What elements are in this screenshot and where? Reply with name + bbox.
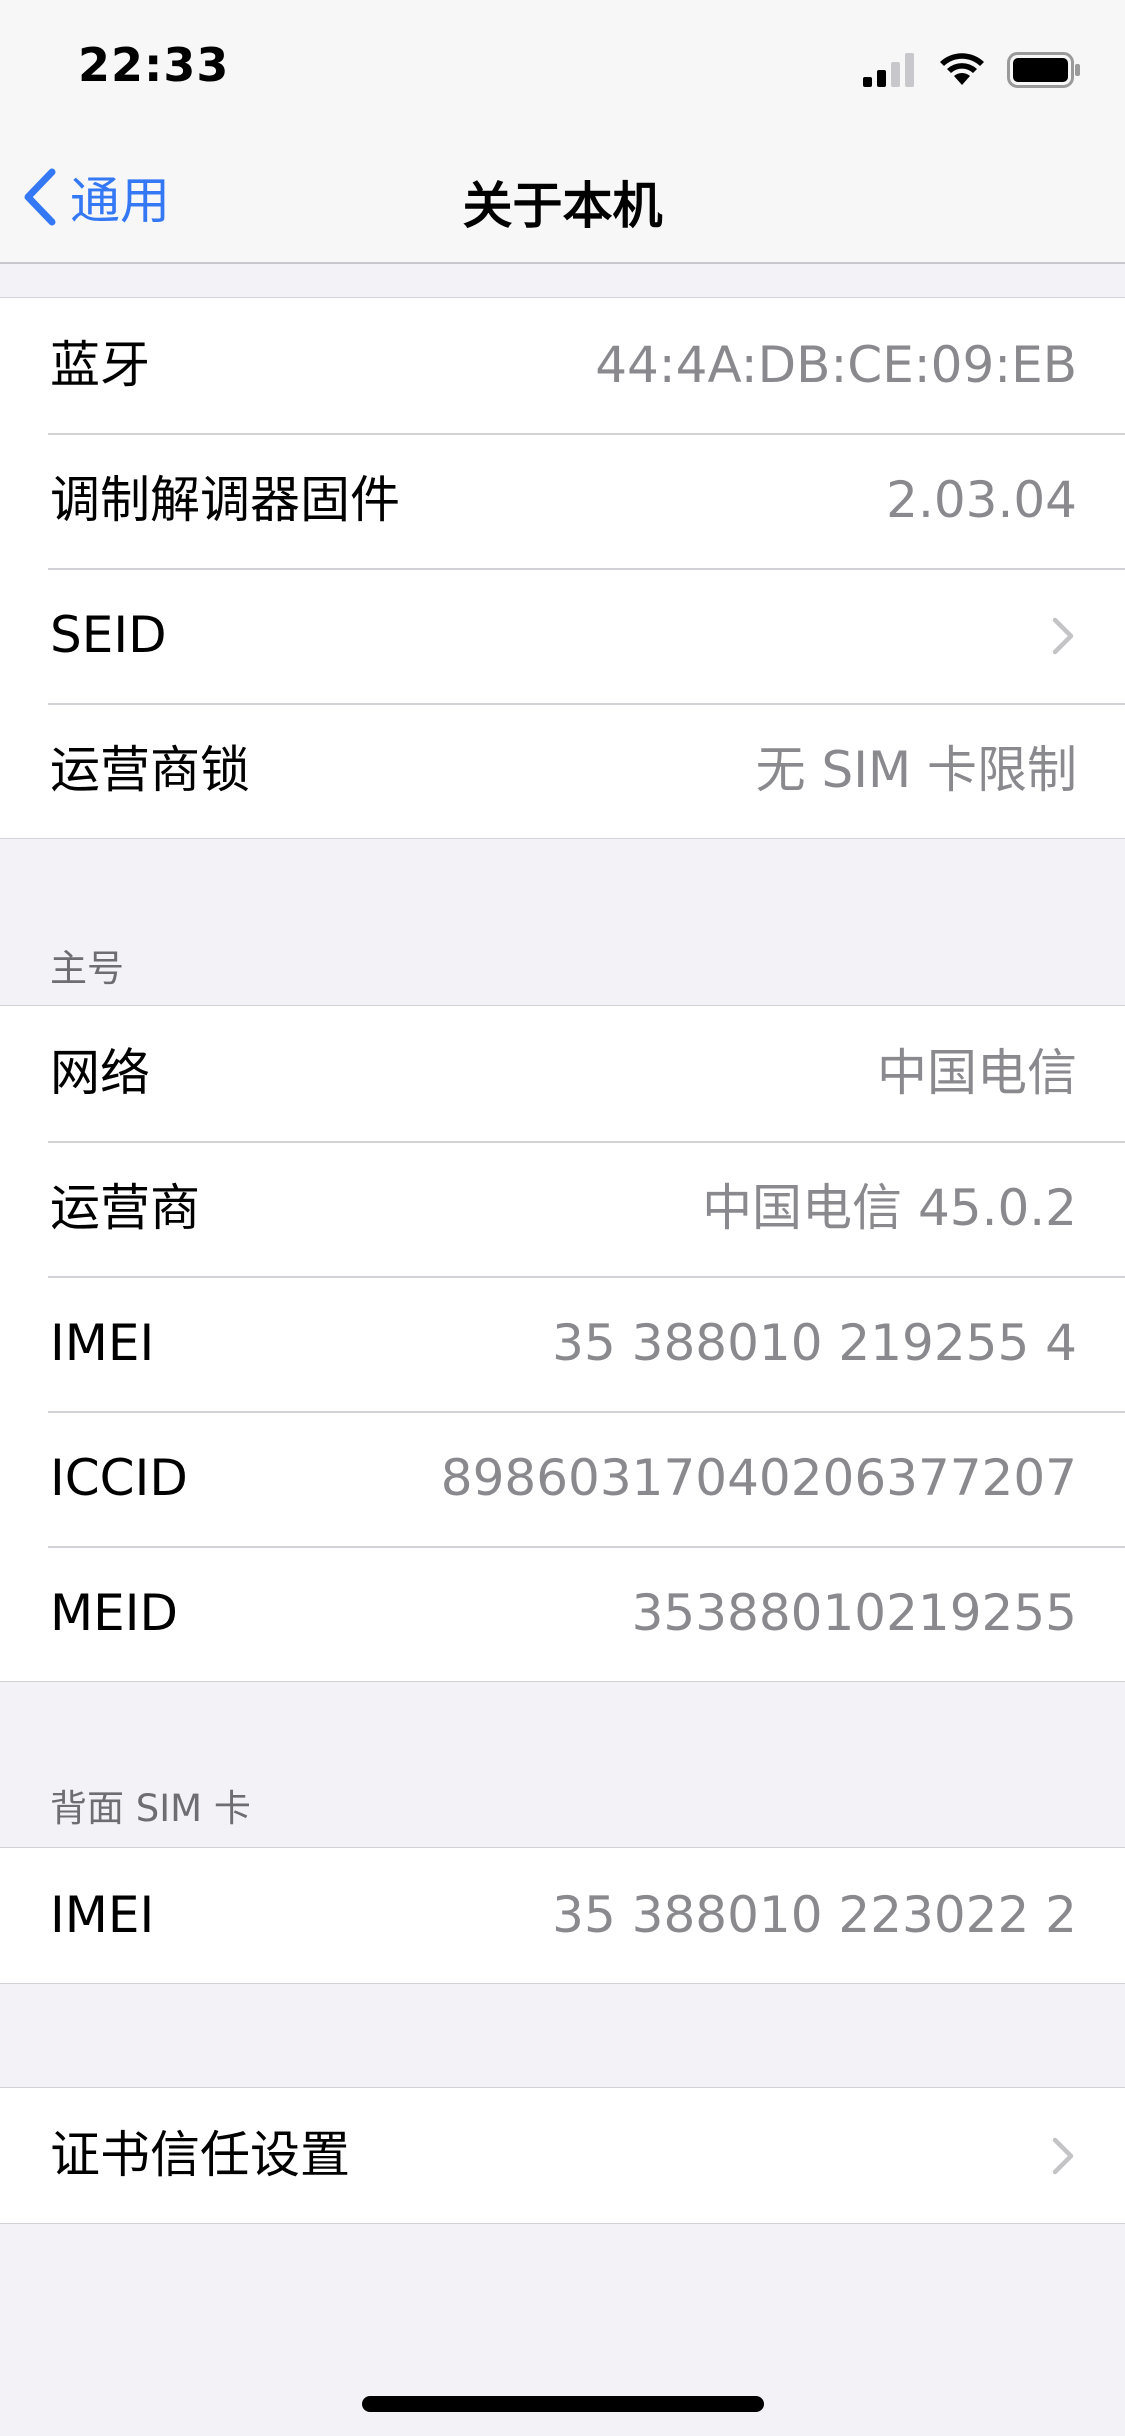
certificate-trust-settings-row[interactable]: 证书信任设置 (0, 2088, 1125, 2223)
section-header-primary: 主号 (50, 947, 124, 990)
carrier-lock-row: 运营商锁 无 SIM 卡限制 (0, 703, 1125, 838)
back-sim-imei-row: IMEI 35 388010 223022 2 (0, 1848, 1125, 1983)
status-time: 22:33 (78, 38, 230, 92)
status-bar: 22:33 (0, 0, 1125, 132)
row-label: 蓝牙 (50, 336, 150, 394)
row-value: 35 388010 219255 4 (552, 1314, 1077, 1372)
modem-firmware-row: 调制解调器固件 2.03.04 (0, 433, 1125, 568)
row-label: 证书信任设置 (50, 2126, 350, 2184)
back-sim-group: IMEI 35 388010 223022 2 (0, 1847, 1125, 1984)
row-label: 调制解调器固件 (50, 471, 400, 529)
chevron-right-icon (1052, 617, 1074, 655)
home-indicator[interactable] (362, 2396, 764, 2412)
network-row: 网络 中国电信 (0, 1006, 1125, 1141)
certificate-group: 证书信任设置 (0, 2087, 1125, 2224)
row-label: ICCID (50, 1449, 188, 1507)
iccid-row: ICCID 89860317040206377207 (0, 1411, 1125, 1546)
row-label: 运营商 (50, 1179, 200, 1237)
row-label: 网络 (50, 1044, 150, 1102)
chevron-right-icon (1052, 2137, 1074, 2175)
cellular-signal-icon (863, 53, 914, 87)
carrier-row: 运营商 中国电信 45.0.2 (0, 1141, 1125, 1276)
status-icons (863, 48, 1081, 92)
row-label: SEID (50, 606, 167, 664)
row-label: IMEI (50, 1886, 155, 1944)
bluetooth-row: 蓝牙 44:4A:DB:CE:09:EB (0, 298, 1125, 433)
row-label: IMEI (50, 1314, 155, 1372)
section-header-back-sim: 背面 SIM 卡 (50, 1787, 251, 1830)
row-value: 无 SIM 卡限制 (755, 741, 1077, 799)
row-label: MEID (50, 1584, 178, 1642)
row-value: 89860317040206377207 (440, 1449, 1077, 1507)
imei-row: IMEI 35 388010 219255 4 (0, 1276, 1125, 1411)
wifi-icon (940, 53, 984, 85)
row-value: 35 388010 223022 2 (552, 1886, 1077, 1944)
row-value: 35388010219255 (631, 1584, 1077, 1642)
row-value: 44:4A:DB:CE:09:EB (595, 336, 1077, 394)
device-info-group: 蓝牙 44:4A:DB:CE:09:EB 调制解调器固件 2.03.04 SEI… (0, 297, 1125, 839)
meid-row: MEID 35388010219255 (0, 1546, 1125, 1681)
page-title: 关于本机 (462, 177, 663, 235)
row-value: 2.03.04 (886, 471, 1077, 529)
battery-icon (1007, 52, 1080, 88)
row-label: 运营商锁 (50, 741, 250, 799)
nav-bar: 通用 关于本机 (0, 132, 1125, 264)
seid-row[interactable]: SEID (0, 568, 1125, 703)
row-value: 中国电信 (877, 1044, 1077, 1102)
row-value: 中国电信 45.0.2 (702, 1179, 1077, 1237)
primary-line-group: 网络 中国电信 运营商 中国电信 45.0.2 IMEI 35 388010 2… (0, 1005, 1125, 1682)
